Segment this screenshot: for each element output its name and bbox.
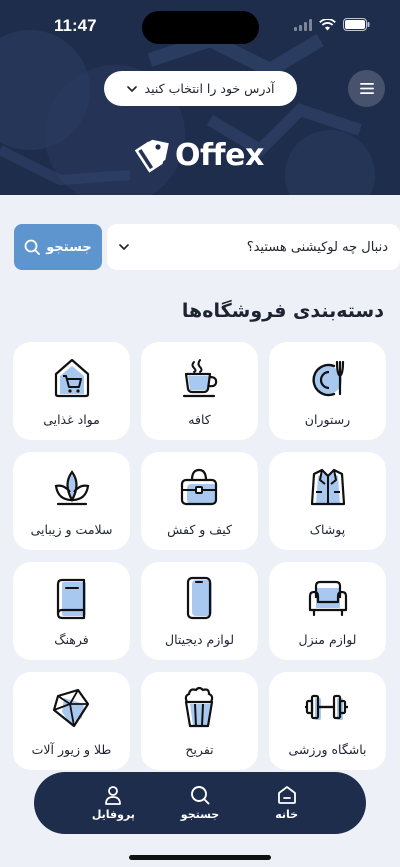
dynamic-island [142, 11, 259, 44]
book-icon [56, 578, 86, 620]
logo-text: Offex [175, 137, 264, 173]
user-icon [105, 786, 122, 805]
search-icon [191, 786, 210, 805]
category-card-health-beauty[interactable]: سلامت و زیبایی [13, 452, 130, 550]
search-placeholder: دنبال چه لوکیشنی هستید؟ [246, 239, 388, 255]
search-bar: دنبال چه لوکیشنی هستید؟ جستجو [14, 224, 400, 270]
categories-grid: رستوران کافه مواد غذایی پوشاک کیف و کفش … [13, 342, 386, 770]
search-input[interactable]: دنبال چه لوکیشنی هستید؟ [107, 224, 400, 270]
clothing-icon [310, 468, 345, 506]
bag-icon [180, 468, 217, 506]
category-label: کافه [188, 412, 211, 427]
category-label: سلامت و زیبایی [30, 522, 113, 537]
category-label: مواد غذایی [43, 412, 100, 427]
bottom-navigation: خانه جستجو پروفایل [34, 772, 366, 834]
category-card-home-goods[interactable]: لوازم منزل [269, 562, 386, 660]
chevron-down-icon [126, 85, 137, 92]
diamond-icon [52, 688, 89, 728]
header: 11:47 آدرس خود را انتخاب کنید Offex [0, 0, 400, 195]
dumbbell-icon [304, 694, 348, 720]
grocery-store-icon [54, 358, 89, 398]
category-card-digital[interactable]: لوازم دیجیتال [141, 562, 258, 660]
home-icon [277, 786, 296, 804]
price-tag-logo-icon [134, 139, 169, 173]
status-time: 11:47 [54, 16, 97, 35]
wifi-icon [319, 18, 336, 30]
category-card-jewelry[interactable]: طلا و زیور آلات [13, 672, 130, 770]
restaurant-icon [311, 360, 344, 397]
category-label: پوشاک [309, 522, 346, 537]
nav-item-home[interactable]: خانه [252, 785, 322, 821]
category-card-clothing[interactable]: پوشاک [269, 452, 386, 550]
categories-title: دسته‌بندی فروشگاه‌ها [181, 300, 384, 322]
nav-item-profile[interactable]: پروفایل [78, 785, 148, 821]
lotus-icon [54, 470, 89, 506]
category-label: رستوران [304, 412, 351, 427]
category-card-grocery[interactable]: مواد غذایی [13, 342, 130, 440]
category-card-culture[interactable]: فرهنگ [13, 562, 130, 660]
app-logo: Offex [133, 134, 269, 176]
category-card-cafe[interactable]: کافه [141, 342, 258, 440]
search-icon [24, 239, 41, 255]
category-label: طلا و زیور آلات [31, 742, 112, 757]
status-icons [294, 18, 370, 31]
search-button-label: جستجو [46, 239, 92, 255]
popcorn-icon [184, 686, 213, 728]
address-selector[interactable]: آدرس خود را انتخاب کنید [104, 71, 297, 106]
address-selector-label: آدرس خود را انتخاب کنید [144, 81, 275, 96]
nav-label-search: جستجو [180, 808, 220, 821]
status-bar: 11:47 [0, 0, 400, 54]
category-card-bags-shoes[interactable]: کیف و کفش [141, 452, 258, 550]
smartphone-icon [186, 576, 212, 620]
category-card-restaurant[interactable]: رستوران [269, 342, 386, 440]
search-button[interactable]: جستجو [14, 224, 102, 270]
signal-icon [294, 18, 312, 31]
hamburger-menu-icon [359, 83, 374, 94]
nav-label-home: خانه [275, 808, 299, 821]
category-label: لوازم منزل [298, 632, 357, 647]
nav-item-search[interactable]: جستجو [165, 785, 235, 821]
chevron-down-icon [119, 244, 129, 250]
category-card-entertainment[interactable]: تفریح [141, 672, 258, 770]
category-label: لوازم دیجیتال [164, 632, 235, 647]
armchair-icon [308, 580, 347, 617]
category-label: تفریح [185, 742, 214, 757]
home-indicator [129, 855, 271, 860]
category-label: کیف و کفش [167, 522, 232, 537]
menu-button[interactable] [348, 70, 385, 107]
nav-label-profile: پروفایل [91, 808, 135, 821]
category-label: باشگاه ورزشی [288, 742, 367, 757]
coffee-cup-icon [182, 359, 217, 398]
category-label: فرهنگ [54, 632, 89, 647]
category-card-gym[interactable]: باشگاه ورزشی [269, 672, 386, 770]
battery-icon [343, 18, 370, 31]
